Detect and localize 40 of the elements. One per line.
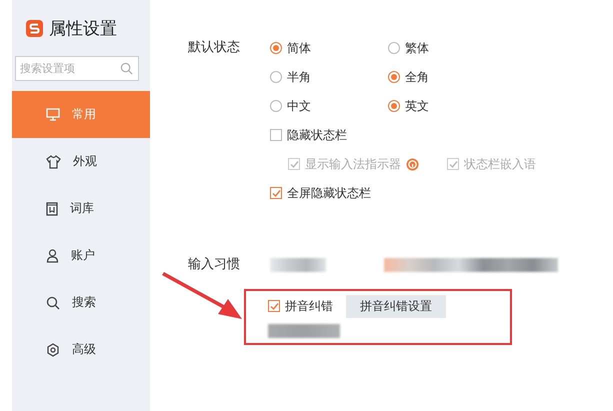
settings-icon	[46, 342, 60, 356]
radio-button[interactable]	[388, 71, 400, 83]
option-label: 简体	[287, 40, 311, 56]
sidebar-item[interactable]: 账户	[12, 232, 150, 279]
option-label: 隐藏状态栏	[287, 126, 347, 144]
sidebar-item[interactable]: 外观	[12, 138, 150, 185]
option-label: 繁体	[405, 40, 429, 56]
radio-button[interactable]	[388, 100, 400, 112]
option-label: 全屏隐藏状态栏	[287, 184, 371, 202]
sidebar-item[interactable]: 搜索	[12, 279, 150, 326]
section-label: 默认状态	[188, 39, 241, 57]
radio-button[interactable]	[270, 100, 282, 112]
radio-button[interactable]	[388, 42, 400, 54]
radio-button[interactable]	[270, 71, 282, 83]
logo-icon	[26, 20, 43, 36]
option-label: 状态栏嵌入语	[464, 156, 536, 172]
option-label: 显示输入法指示器	[305, 156, 401, 172]
checkbox[interactable]	[268, 300, 280, 312]
option-label: 半角	[287, 68, 311, 86]
blurred-area	[268, 324, 340, 338]
user-icon	[46, 248, 59, 262]
option-label: 全角	[405, 68, 429, 86]
shirt-icon	[46, 154, 61, 168]
search-icon	[120, 62, 133, 75]
book-icon	[46, 202, 58, 216]
checkbox[interactable]	[270, 187, 282, 199]
search-field[interactable]: 搜索设置项	[15, 56, 139, 81]
monitor-icon	[46, 108, 60, 121]
search-icon	[46, 296, 60, 310]
blurred-area	[270, 258, 326, 272]
settings-button[interactable]: 拼音纠错设置	[346, 294, 446, 318]
app-title: 属性设置	[49, 18, 117, 40]
sidebar-item[interactable]: 高级	[12, 326, 150, 373]
checkbox[interactable]	[270, 129, 282, 141]
section-label: 输入习惯	[188, 256, 241, 274]
option-label: 中文	[287, 98, 311, 114]
radio-button[interactable]	[270, 42, 282, 54]
option-label: 英文	[405, 98, 429, 114]
sidebar-item[interactable]: 词库	[12, 185, 150, 232]
option-label: 拼音纠错	[285, 298, 333, 314]
